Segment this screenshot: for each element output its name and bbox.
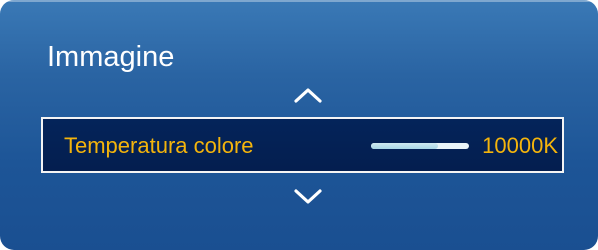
menu-title: Immagine — [47, 41, 175, 73]
setting-slider-fill — [371, 143, 438, 149]
chevron-up-icon[interactable] — [290, 84, 326, 106]
temperatura-colore-setting[interactable]: Temperatura colore 10000K — [41, 117, 564, 173]
menu-panel: Immagine Temperatura colore 10000K — [0, 0, 598, 250]
setting-slider[interactable] — [371, 143, 469, 149]
setting-value: 10000K — [482, 133, 558, 158]
setting-label: Temperatura colore — [64, 133, 254, 158]
chevron-down-icon[interactable] — [290, 186, 326, 208]
